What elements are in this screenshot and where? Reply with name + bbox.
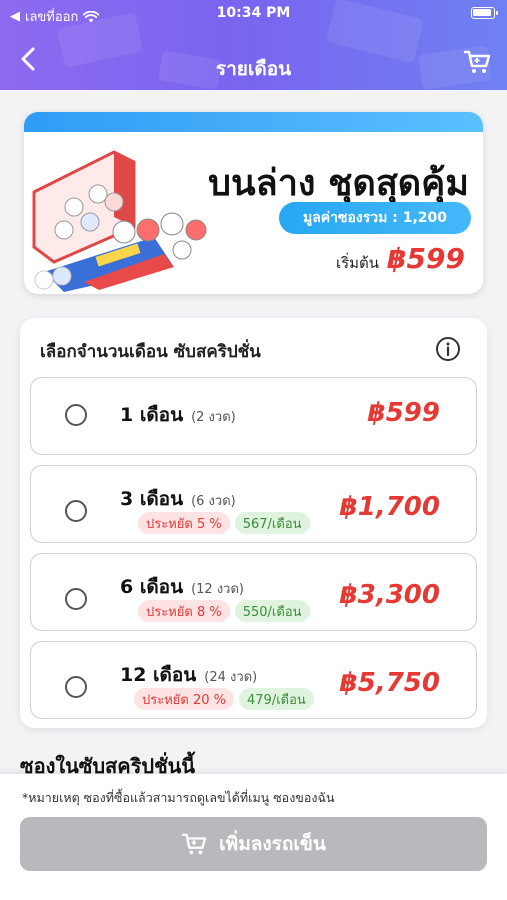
plan-radio[interactable] <box>65 676 87 698</box>
product-hero-card: บนล่าง ชุดสุดคุ้ม มูลค่าซองรวม : 1,200 เ… <box>24 112 483 294</box>
total-value-pill: มูลค่าซองรวม : 1,200 <box>279 202 471 234</box>
per-month-badge: 550/เดือน <box>234 600 310 622</box>
plan-months: 6 เดือน <box>120 576 184 598</box>
battery-icon <box>471 7 498 19</box>
plan-draws: (12 งวด) <box>191 582 244 597</box>
clock: 10:34 PM <box>216 5 291 21</box>
subscription-plan-card: เลือกจำนวนเดือน ซับสคริปชั่น 1 เดือน (2 … <box>20 318 487 728</box>
plan-radio[interactable] <box>65 404 87 426</box>
bottom-action-bar: *หมายเหตุ ซองที่ซื้อแล้วสามารถดูเลขได้ที… <box>0 774 507 900</box>
info-icon <box>436 337 460 361</box>
starting-price: เริ่มต้น ฿599 <box>336 242 465 275</box>
plan-radio[interactable] <box>65 588 87 610</box>
add-to-cart-label: เพิ่มลงรถเข็น <box>219 833 326 855</box>
status-bar: ◀ เลขที่ออก 10:34 PM <box>0 0 507 28</box>
plan-option-title: 3 เดือน (6 งวด) <box>120 484 236 514</box>
plan-price: ฿1,700 <box>339 492 440 522</box>
plan-option-title: 12 เดือน (24 งวด) <box>120 660 257 690</box>
plan-option-6-months[interactable]: 6 เดือน (12 งวด) ประหยัด 8 % 550/เดือน ฿… <box>30 553 477 631</box>
add-to-cart-button[interactable]: เพิ่มลงรถเข็น <box>20 817 487 871</box>
plan-tags: ประหยัด 20 % 479/เดือน <box>134 688 314 710</box>
plan-draws: (6 งวด) <box>191 494 236 509</box>
plan-tags: ประหยัด 5 % 567/เดือน <box>138 512 310 534</box>
plan-radio[interactable] <box>65 500 87 522</box>
plan-option-title: 6 เดือน (12 งวด) <box>120 572 244 602</box>
cart-icon <box>463 50 491 73</box>
hero-accent-bar <box>24 112 483 132</box>
app-header: ◀ เลขที่ออก 10:34 PM รายเดือน <box>0 0 507 90</box>
saving-badge: ประหยัด 8 % <box>138 600 230 622</box>
lottery-machine-illustration <box>32 150 207 292</box>
plan-option-3-months[interactable]: 3 เดือน (6 งวด) ประหยัด 5 % 567/เดือน ฿1… <box>30 465 477 543</box>
plan-option-12-months[interactable]: 12 เดือน (24 งวด) ประหยัด 20 % 479/เดือน… <box>30 641 477 719</box>
per-month-badge: 479/เดือน <box>239 688 314 710</box>
footer-note: *หมายเหตุ ซองที่ซื้อแล้วสามารถดูเลขได้ที… <box>22 790 335 805</box>
per-month-badge: 567/เดือน <box>234 512 310 534</box>
plan-price: ฿5,750 <box>339 668 440 698</box>
starting-price-label: เริ่มต้น <box>335 254 380 272</box>
plan-option-1-month[interactable]: 1 เดือน (2 งวด) ฿599 <box>30 377 477 455</box>
plan-months: 12 เดือน <box>120 664 197 686</box>
plan-months: 1 เดือน <box>120 404 184 426</box>
plan-heading: เลือกจำนวนเดือน ซับสคริปชั่น <box>40 342 261 362</box>
plan-draws: (2 งวด) <box>191 410 236 425</box>
plan-price: ฿3,300 <box>339 580 440 610</box>
plan-draws: (24 งวด) <box>204 670 258 685</box>
plan-price: ฿599 <box>367 398 440 428</box>
saving-badge: ประหยัด 5 % <box>138 512 230 534</box>
plan-months: 3 เดือน <box>120 488 184 510</box>
info-button[interactable] <box>435 336 461 362</box>
saving-badge: ประหยัด 20 % <box>134 688 235 710</box>
plan-option-title: 1 เดือน (2 งวด) <box>120 400 236 430</box>
starting-price-value: ฿599 <box>387 242 465 275</box>
page-title: รายเดือน <box>215 58 292 80</box>
cart-button[interactable] <box>463 48 491 76</box>
cart-icon <box>181 833 207 855</box>
plan-tags: ประหยัด 8 % 550/เดือน <box>138 600 310 622</box>
